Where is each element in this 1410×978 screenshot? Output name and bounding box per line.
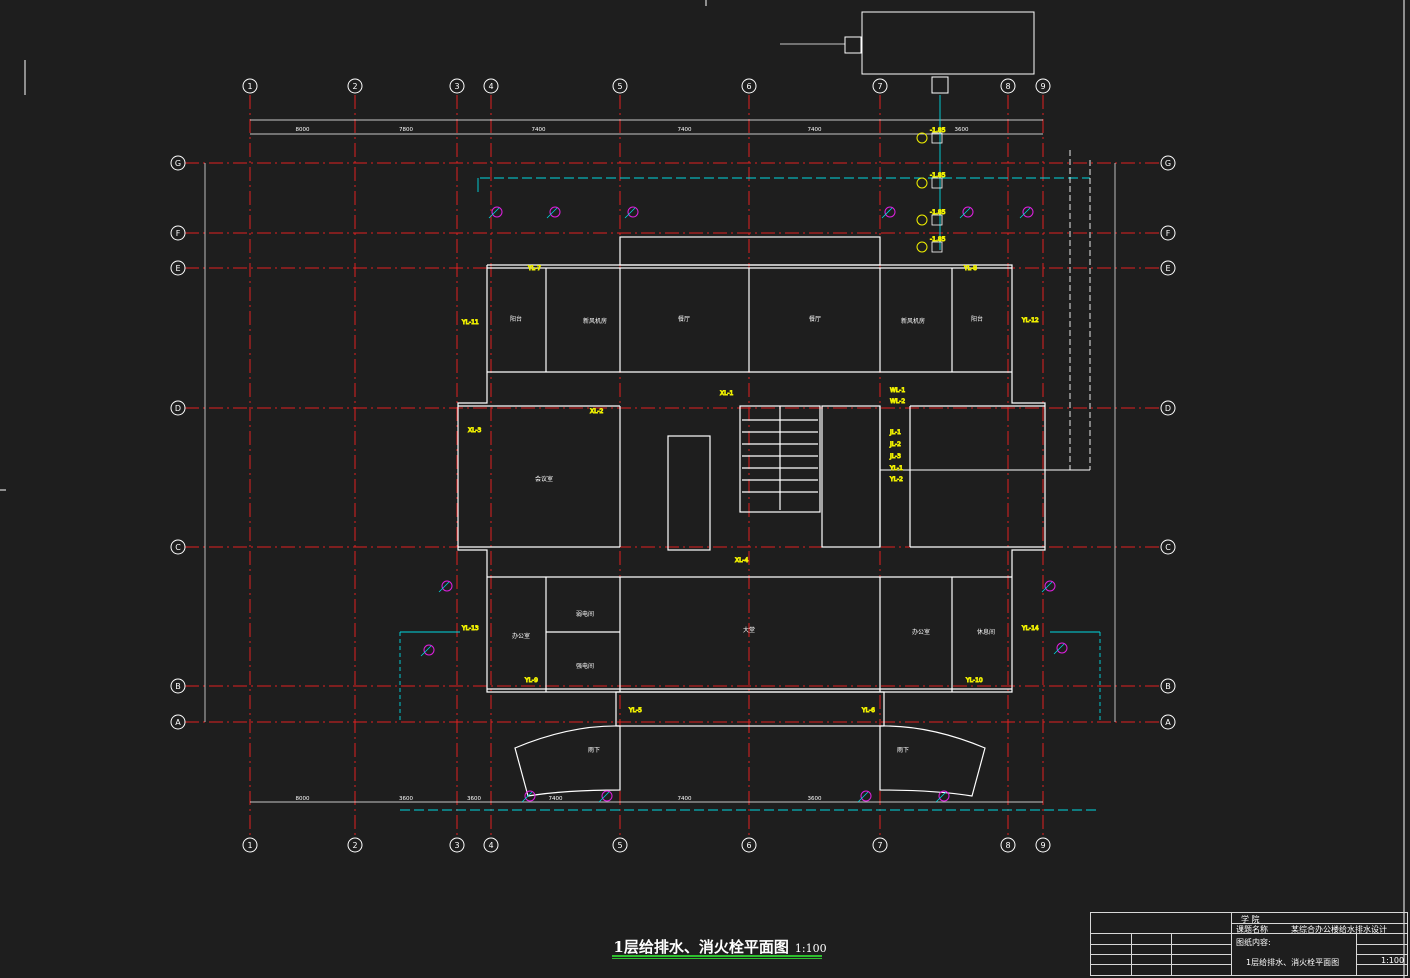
room-fresh-air-left: 新风机房 xyxy=(583,318,608,325)
dim-top-2: 7400 xyxy=(532,127,546,133)
axis-label-2: 2 xyxy=(352,82,357,91)
riser-tag: YL-7 xyxy=(527,265,541,272)
axis-label-6: 6 xyxy=(746,82,751,91)
room-rain-left: 雨下 xyxy=(588,747,601,754)
axis-label-C: C xyxy=(175,543,181,552)
room-dining-left: 餐厅 xyxy=(678,316,691,323)
axis-label-7: 7 xyxy=(877,82,882,91)
dim-top-4: 7400 xyxy=(808,127,822,133)
tb-content-label: 图纸内容: xyxy=(1236,938,1271,947)
title-underline-2 xyxy=(612,958,822,959)
axis-label-5: 5 xyxy=(617,82,622,91)
floor-plan-drawing: 1 1 2 2 3 3 4 4 5 5 6 6 7 7 8 8 9 9 G G F F E E D D C C B B A A 8000 780… xyxy=(0,0,1410,978)
axis-label-F: F xyxy=(176,229,181,238)
dim-bottom-2: 3600 xyxy=(467,796,481,802)
axis-label-E: E xyxy=(175,264,180,273)
axis-label-6: 6 xyxy=(746,841,751,850)
axis-label-G: G xyxy=(175,159,181,168)
dim-bottom-1: 3600 xyxy=(399,796,413,802)
axis-label-F: F xyxy=(1166,229,1171,238)
riser-tag: YL-5 xyxy=(628,707,642,714)
axis-label-B: B xyxy=(175,682,181,691)
riser-tag: YL-11 xyxy=(461,319,479,326)
drawing-title: 1层给排水、消火栓平面图 1:100 xyxy=(560,936,880,957)
riser-tag: YL-8 xyxy=(963,265,977,272)
drawing-scale: 1:100 xyxy=(794,942,827,955)
riser-tag: JL-3 xyxy=(889,453,901,460)
riser-tag: WL-2 xyxy=(890,398,905,405)
room-power: 强电间 xyxy=(576,663,595,670)
room-lobby: 大堂 xyxy=(743,627,756,634)
riser-tag: YL-2 xyxy=(889,476,903,483)
room-dining-right: 餐厅 xyxy=(809,316,822,323)
dim-bottom-4: 7400 xyxy=(678,796,692,802)
axis-label-C: C xyxy=(1165,543,1171,552)
tb-content-name: 1层给排水、消火栓平面图 xyxy=(1246,958,1340,967)
axis-label-3: 3 xyxy=(454,841,459,850)
riser-tag: YL-9 xyxy=(524,677,538,684)
room-weak: 弱电间 xyxy=(576,611,595,618)
tb-project-name: 某综合办公楼给水排水设计 xyxy=(1291,925,1387,934)
dim-top-1: 7800 xyxy=(399,127,413,133)
room-meeting: 会议室 xyxy=(535,476,554,483)
axis-label-D: D xyxy=(1165,404,1171,413)
room-balcony-left: 阳台 xyxy=(510,316,523,323)
axis-label-G: G xyxy=(1165,159,1171,168)
axis-label-E: E xyxy=(1165,264,1170,273)
title-underline xyxy=(612,955,822,957)
dim-top-0: 8000 xyxy=(296,127,310,133)
dim-bottom-5: 3600 xyxy=(808,796,822,802)
riser-tag: XL-2 xyxy=(590,408,604,415)
axis-label-9: 9 xyxy=(1040,82,1045,91)
riser-tag: JL-1 xyxy=(889,429,901,436)
room-balcony-right: 阳台 xyxy=(971,316,984,323)
axis-label-1: 1 xyxy=(247,841,252,850)
drawing-title-text: 1层给排水、消火栓平面图 xyxy=(613,938,789,956)
axis-label-B: B xyxy=(1165,682,1171,691)
axis-label-1: 1 xyxy=(247,82,252,91)
room-rest: 休息间 xyxy=(977,629,996,636)
riser-tag: WL-1 xyxy=(890,387,905,394)
axis-label-A: A xyxy=(1165,718,1171,727)
riser-tag: YL-10 xyxy=(965,677,983,684)
dim-bottom-3: 7400 xyxy=(549,796,563,802)
riser-tag: XL-1 xyxy=(720,390,734,397)
tb-scale: 1:100 xyxy=(1381,956,1405,965)
dim-bottom-0: 8000 xyxy=(296,796,310,802)
axis-label-5: 5 xyxy=(617,841,622,850)
riser-tag: XL-3 xyxy=(468,427,482,434)
riser-tag: YL-12 xyxy=(1021,317,1039,324)
axis-label-9: 9 xyxy=(1040,841,1045,850)
axis-label-8: 8 xyxy=(1005,82,1010,91)
axis-label-7: 7 xyxy=(877,841,882,850)
axis-label-3: 3 xyxy=(454,82,459,91)
riser-tag: JL-2 xyxy=(889,441,901,448)
axis-label-D: D xyxy=(175,404,181,413)
room-fresh-air-right: 新风机房 xyxy=(901,318,926,325)
room-office-left: 办公室 xyxy=(512,633,531,640)
dim-top-5: 3600 xyxy=(955,127,969,133)
axis-label-4: 4 xyxy=(488,841,493,850)
room-rain-right: 雨下 xyxy=(897,747,910,754)
room-office-right: 办公室 xyxy=(912,629,931,636)
riser-tag: YL-14 xyxy=(1021,625,1039,632)
axis-label-A: A xyxy=(175,718,181,727)
axis-label-8: 8 xyxy=(1005,841,1010,850)
riser-tag: YL-6 xyxy=(861,707,875,714)
tb-project-label: 课题名称 xyxy=(1236,925,1268,934)
title-block: 学 院 课题名称 某综合办公楼给水排水设计 图纸内容: 1层给排水、消火栓平面图… xyxy=(1090,912,1408,976)
riser-tag: YL-1 xyxy=(889,465,903,472)
axis-label-2: 2 xyxy=(352,841,357,850)
riser-tag: XL-4 xyxy=(735,557,749,564)
dim-top-3: 7400 xyxy=(678,127,692,133)
riser-tag: YL-13 xyxy=(461,625,479,632)
axis-label-4: 4 xyxy=(488,82,493,91)
